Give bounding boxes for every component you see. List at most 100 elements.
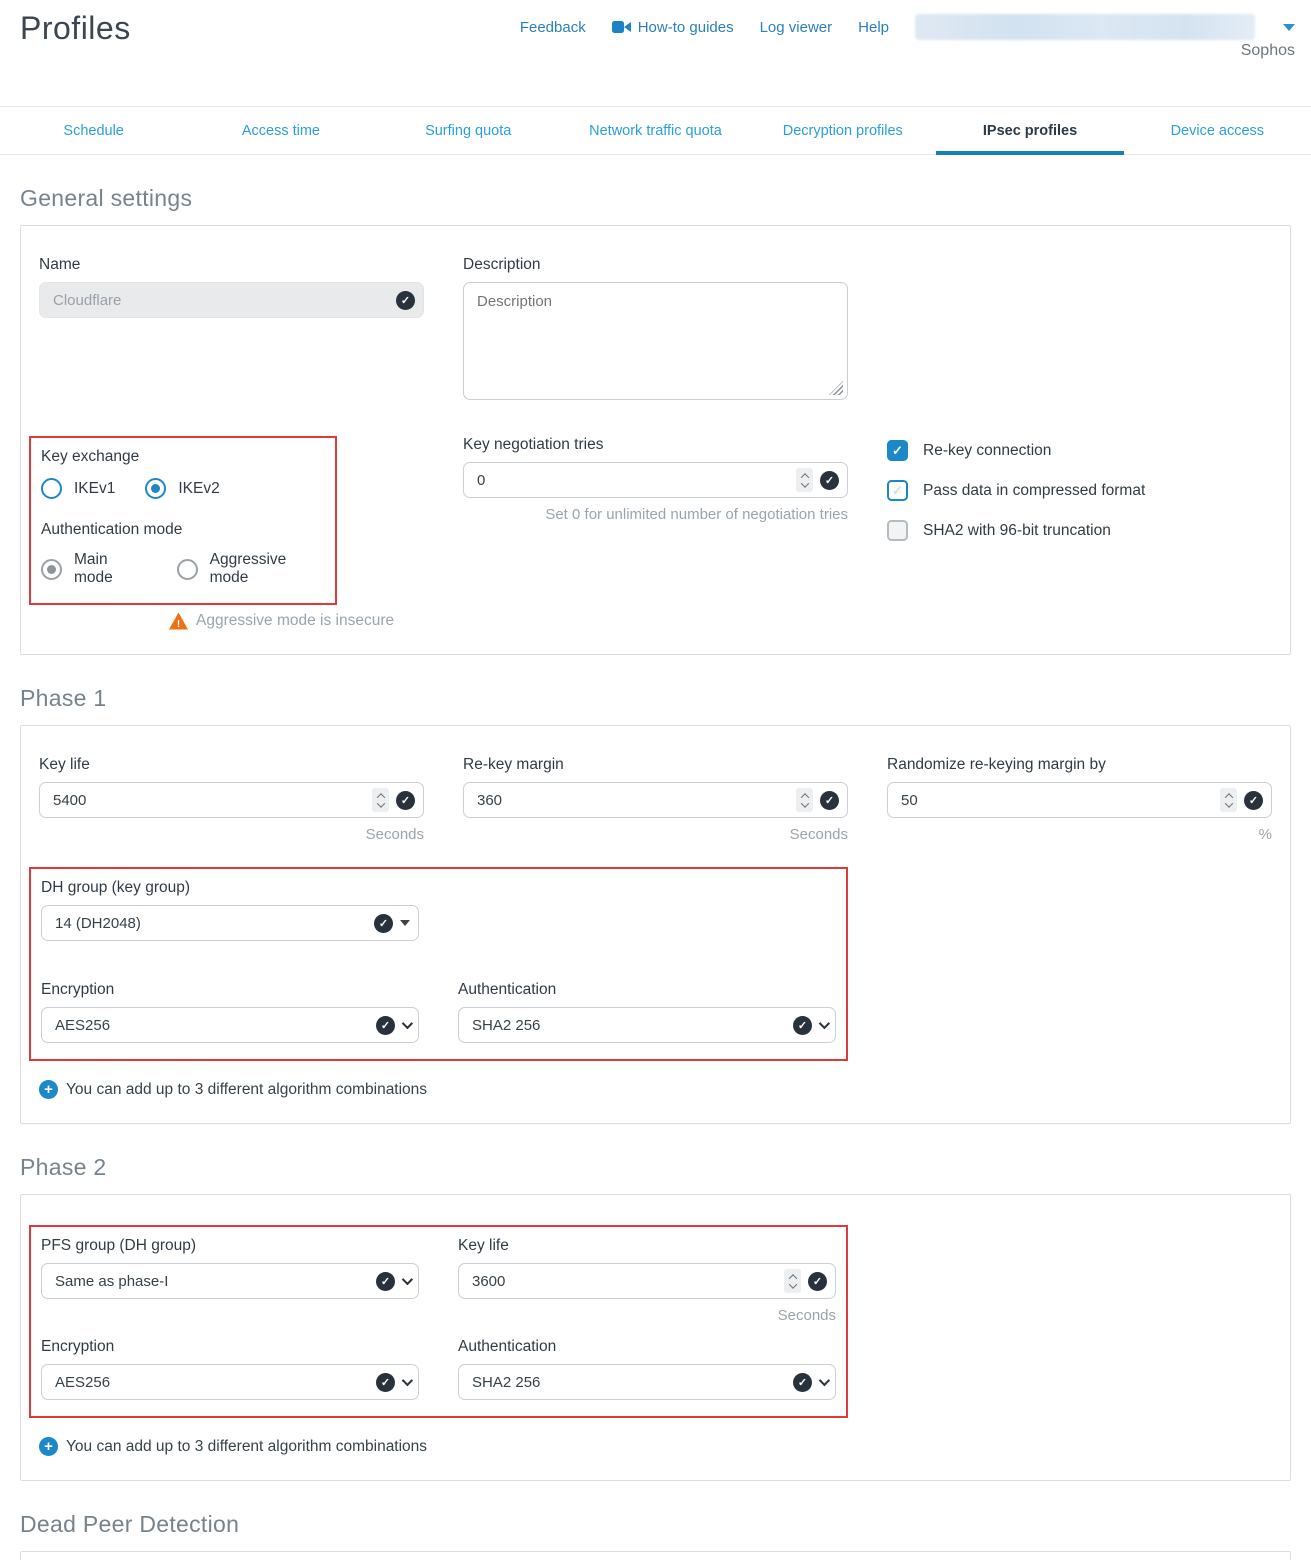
valid-check-icon: ✓ bbox=[793, 1016, 812, 1035]
phase2-heading: Phase 2 bbox=[20, 1154, 1291, 1181]
phase2-keylife-group: Key life ✓ Seconds bbox=[458, 1237, 836, 1324]
rekey-connection-label: Re-key connection bbox=[923, 442, 1051, 460]
tab-decryption-profiles[interactable]: Decryption profiles bbox=[749, 107, 936, 154]
compressed-format-checkbox[interactable]: ✓ bbox=[887, 480, 908, 501]
video-camera-icon bbox=[612, 20, 631, 34]
header-links: Feedback How-to guides Log viewer Help bbox=[520, 14, 1295, 40]
sha2-truncation-row: ✓ SHA2 with 96-bit truncation bbox=[887, 520, 1272, 541]
radio-aggressive-mode-label: Aggressive mode bbox=[210, 551, 323, 587]
tab-network-traffic-quota[interactable]: Network traffic quota bbox=[562, 107, 749, 154]
key-exchange-highlight-box: Key exchange IKEv1 IKEv2 Authentication … bbox=[29, 436, 337, 605]
phase1-rekey-margin-input[interactable] bbox=[463, 782, 848, 818]
general-settings-heading: General settings bbox=[20, 185, 1291, 212]
tab-device-access[interactable]: Device access bbox=[1124, 107, 1311, 154]
phase1-keylife-input[interactable] bbox=[39, 782, 424, 818]
auth-mode-label: Authentication mode bbox=[41, 521, 323, 539]
sha2-truncation-label: SHA2 with 96-bit truncation bbox=[923, 522, 1111, 540]
radio-main-mode[interactable] bbox=[41, 559, 62, 580]
phase1-keylife-group: Key life ✓ Seconds bbox=[39, 756, 424, 843]
add-plus-icon[interactable]: + bbox=[39, 1437, 58, 1456]
rekey-connection-checkbox[interactable]: ✓ bbox=[887, 440, 908, 461]
tab-schedule[interactable]: Schedule bbox=[0, 107, 187, 154]
phase2-authentication-select[interactable]: SHA2 256 bbox=[458, 1364, 836, 1400]
feedback-link[interactable]: Feedback bbox=[520, 19, 586, 36]
phase1-rekey-margin-unit: Seconds bbox=[463, 826, 848, 843]
add-plus-icon[interactable]: + bbox=[39, 1080, 58, 1099]
phase2-keylife-label: Key life bbox=[458, 1237, 836, 1255]
name-input[interactable] bbox=[39, 282, 424, 318]
phase2-encryption-label: Encryption bbox=[41, 1338, 419, 1356]
phase2-encryption-value: AES256 bbox=[55, 1374, 110, 1391]
phase2-panel: PFS group (DH group) Same as phase-I ✓ bbox=[20, 1194, 1291, 1481]
description-textarea[interactable] bbox=[463, 282, 848, 400]
radio-ikev1-label: IKEv1 bbox=[74, 480, 115, 498]
account-selector-redacted[interactable] bbox=[915, 14, 1255, 40]
phase1-heading: Phase 1 bbox=[20, 685, 1291, 712]
phase2-keylife-input[interactable] bbox=[458, 1263, 836, 1299]
phase1-dhgroup-label: DH group (key group) bbox=[41, 879, 419, 897]
phase2-pfsgroup-group: PFS group (DH group) Same as phase-I ✓ bbox=[41, 1237, 419, 1324]
phase1-encryption-label: Encryption bbox=[41, 981, 419, 999]
auth-mode-options: Main mode Aggressive mode bbox=[41, 551, 323, 587]
number-spinner[interactable] bbox=[372, 788, 389, 812]
phase2-encryption-select[interactable]: AES256 bbox=[41, 1364, 419, 1400]
phase1-add-combination: + You can add up to 3 different algorith… bbox=[39, 1080, 1272, 1099]
phase2-pfsgroup-select[interactable]: Same as phase-I bbox=[41, 1263, 419, 1299]
tab-ipsec-profiles[interactable]: IPsec profiles bbox=[936, 107, 1123, 154]
sha2-truncation-checkbox[interactable]: ✓ bbox=[887, 520, 908, 541]
phase1-dhgroup-group: DH group (key group) 14 (DH2048) ✓ bbox=[41, 879, 419, 941]
phase1-keylife-unit: Seconds bbox=[39, 826, 424, 843]
phase1-dhgroup-select[interactable]: 14 (DH2048) bbox=[41, 905, 419, 941]
valid-check-icon: ✓ bbox=[793, 1373, 812, 1392]
radio-main-mode-label: Main mode bbox=[74, 551, 147, 587]
radio-aggressive-mode[interactable] bbox=[177, 559, 198, 580]
log-viewer-link[interactable]: Log viewer bbox=[760, 19, 833, 36]
key-exchange-label: Key exchange bbox=[41, 448, 323, 466]
phase1-encryption-group: Encryption AES256 ✓ bbox=[41, 981, 419, 1043]
dpd-heading: Dead Peer Detection bbox=[20, 1511, 1291, 1538]
key-negotiation-input[interactable] bbox=[463, 462, 848, 498]
log-viewer-label: Log viewer bbox=[760, 19, 833, 36]
phase1-encryption-select[interactable]: AES256 bbox=[41, 1007, 419, 1043]
number-spinner[interactable] bbox=[784, 1269, 801, 1293]
feedback-label: Feedback bbox=[520, 19, 586, 36]
phase1-rekey-margin-label: Re-key margin bbox=[463, 756, 848, 774]
phase1-randomize-input[interactable] bbox=[887, 782, 1272, 818]
help-link[interactable]: Help bbox=[858, 19, 889, 36]
brand-label: Sophos bbox=[1241, 42, 1295, 60]
general-settings-panel: Name ✓ Description bbox=[20, 225, 1291, 655]
rekey-connection-row: ✓ Re-key connection bbox=[887, 440, 1272, 461]
phase2-add-combination: + You can add up to 3 different algorith… bbox=[39, 1437, 1272, 1456]
number-spinner[interactable] bbox=[796, 468, 813, 492]
phase2-note: You can add up to 3 different algorithm … bbox=[66, 1438, 427, 1456]
page-header: Profiles Feedback How-to guides Log view… bbox=[0, 0, 1311, 106]
number-spinner[interactable] bbox=[1220, 788, 1237, 812]
phase1-encryption-value: AES256 bbox=[55, 1017, 110, 1034]
tab-surfing-quota[interactable]: Surfing quota bbox=[375, 107, 562, 154]
dropdown-caret-icon bbox=[400, 920, 410, 926]
phase2-pfsgroup-value: Same as phase-I bbox=[55, 1273, 168, 1290]
account-caret-icon[interactable] bbox=[1283, 24, 1295, 31]
phase1-authentication-select[interactable]: SHA2 256 bbox=[458, 1007, 836, 1043]
valid-check-icon: ✓ bbox=[820, 471, 839, 490]
dpd-panel: ✓ Dead Peer Detection Check peer after e… bbox=[20, 1551, 1291, 1560]
howto-guides-link[interactable]: How-to guides bbox=[612, 19, 734, 36]
phase2-keylife-unit: Seconds bbox=[458, 1307, 836, 1324]
key-negotiation-help: Set 0 for unlimited number of negotiatio… bbox=[463, 506, 848, 523]
phase2-algorithm-highlight-box: PFS group (DH group) Same as phase-I ✓ bbox=[29, 1225, 848, 1418]
number-spinner[interactable] bbox=[796, 788, 813, 812]
valid-check-icon: ✓ bbox=[1244, 791, 1263, 810]
key-negotiation-label: Key negotiation tries bbox=[463, 436, 848, 454]
valid-check-icon: ✓ bbox=[374, 914, 393, 933]
phase2-authentication-group: Authentication SHA2 256 ✓ bbox=[458, 1338, 836, 1400]
general-checkbox-column: ✓ Re-key connection ✓ Pass data in compr… bbox=[887, 436, 1272, 630]
phase2-authentication-label: Authentication bbox=[458, 1338, 836, 1356]
phase1-algorithm-highlight-box: DH group (key group) 14 (DH2048) ✓ bbox=[29, 867, 848, 1061]
tab-access-time[interactable]: Access time bbox=[187, 107, 374, 154]
phase1-rekey-margin-group: Re-key margin ✓ Seconds bbox=[463, 756, 848, 843]
help-label: Help bbox=[858, 19, 889, 36]
radio-ikev2[interactable] bbox=[145, 478, 166, 499]
phase2-pfsgroup-label: PFS group (DH group) bbox=[41, 1237, 419, 1255]
radio-ikev1[interactable] bbox=[41, 478, 62, 499]
warning-triangle-icon: ! bbox=[169, 613, 188, 630]
